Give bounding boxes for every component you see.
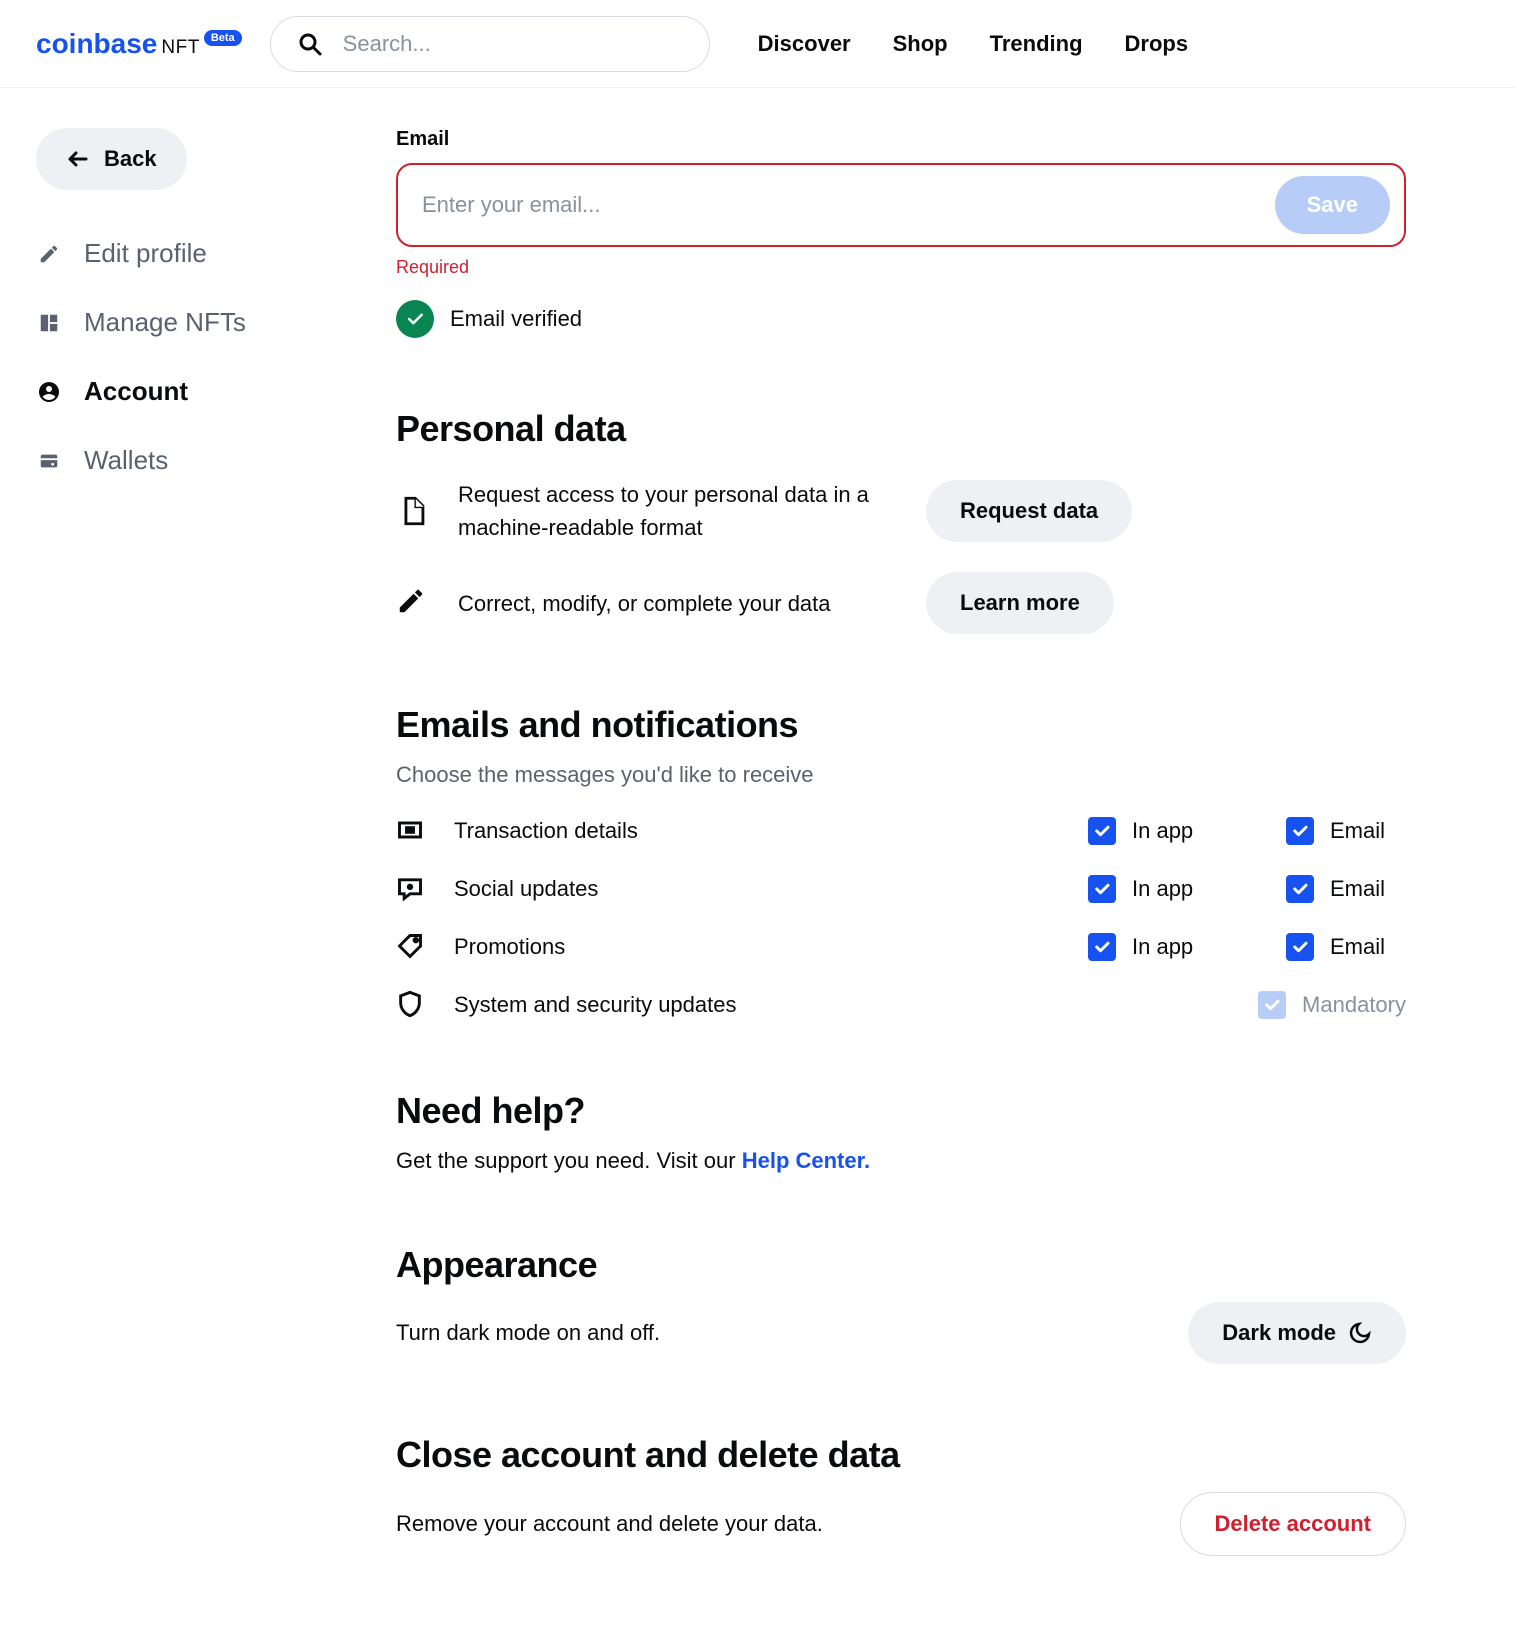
dark-mode-button[interactable]: Dark mode [1188, 1302, 1406, 1364]
checkbox-label: In app [1132, 934, 1193, 960]
modify-data-text: Correct, modify, or complete your data [458, 587, 898, 620]
sidebar-item-edit-profile[interactable]: Edit profile [36, 238, 356, 269]
user-circle-icon [36, 379, 62, 405]
checkbox-promotions-inapp[interactable] [1088, 933, 1116, 961]
close-account-heading: Close account and delete data [396, 1434, 1406, 1476]
back-label: Back [104, 146, 157, 172]
beta-badge: Beta [204, 30, 242, 46]
sidebar-item-account[interactable]: Account [36, 376, 356, 407]
nav-discover[interactable]: Discover [758, 31, 851, 57]
search-icon [298, 32, 322, 56]
logo[interactable]: coinbase NFT Beta [36, 28, 242, 60]
close-account-text: Remove your account and delete your data… [396, 1511, 1180, 1537]
sidebar-item-manage-nfts[interactable]: Manage NFTs [36, 307, 356, 338]
checkbox-system-mandatory [1258, 991, 1286, 1019]
personal-data-heading: Personal data [396, 408, 1406, 450]
help-text: Get the support you need. Visit our [396, 1148, 742, 1173]
request-data-text: Request access to your personal data in … [458, 478, 898, 544]
email-field-wrap: Save [396, 163, 1406, 247]
checkbox-label: Mandatory [1302, 992, 1406, 1018]
email-error: Required [396, 257, 1406, 278]
search-input[interactable] [270, 16, 710, 72]
transaction-icon [396, 816, 426, 846]
sidebar-item-label: Wallets [84, 445, 168, 476]
top-nav: Discover Shop Trending Drops [758, 31, 1188, 57]
back-button[interactable]: Back [36, 128, 187, 190]
moon-icon [1348, 1321, 1372, 1345]
request-data-button[interactable]: Request data [926, 480, 1132, 542]
sidebar-item-wallets[interactable]: Wallets [36, 445, 356, 476]
appearance-text: Turn dark mode on and off. [396, 1320, 1188, 1346]
social-icon [396, 874, 426, 904]
check-circle-icon [396, 300, 434, 338]
checkbox-label: In app [1132, 818, 1193, 844]
notif-social-label: Social updates [454, 876, 1060, 902]
shield-icon [396, 990, 426, 1020]
pencil-icon [36, 241, 62, 267]
notif-promotions-label: Promotions [454, 934, 1060, 960]
arrow-left-icon [66, 147, 90, 171]
sidebar-item-label: Account [84, 376, 188, 407]
nav-drops[interactable]: Drops [1125, 31, 1189, 57]
sidebar-item-label: Edit profile [84, 238, 207, 269]
save-button[interactable]: Save [1275, 176, 1390, 234]
dark-mode-label: Dark mode [1222, 1320, 1336, 1346]
help-heading: Need help? [396, 1090, 1406, 1132]
notif-transaction-label: Transaction details [454, 818, 1060, 844]
checkbox-transaction-email[interactable] [1286, 817, 1314, 845]
help-center-link[interactable]: Help Center. [742, 1148, 870, 1173]
grid-icon [36, 310, 62, 336]
checkbox-social-inapp[interactable] [1088, 875, 1116, 903]
email-verified-label: Email verified [450, 306, 582, 332]
logo-main: coinbase [36, 28, 157, 60]
email-input[interactable] [422, 165, 1275, 245]
checkbox-promotions-email[interactable] [1286, 933, 1314, 961]
checkbox-label: Email [1330, 818, 1385, 844]
checkbox-label: Email [1330, 934, 1385, 960]
logo-nft: NFT [161, 37, 199, 59]
nav-shop[interactable]: Shop [893, 31, 948, 57]
sidebar-item-label: Manage NFTs [84, 307, 246, 338]
wallet-icon [36, 448, 62, 474]
notifications-subtitle: Choose the messages you'd like to receiv… [396, 762, 1406, 788]
learn-more-button[interactable]: Learn more [926, 572, 1114, 634]
pencil-edit-icon [396, 586, 430, 620]
notif-system-label: System and security updates [454, 992, 1230, 1018]
notifications-heading: Emails and notifications [396, 704, 1406, 746]
nav-trending[interactable]: Trending [990, 31, 1083, 57]
checkbox-transaction-inapp[interactable] [1088, 817, 1116, 845]
document-icon [396, 494, 430, 528]
email-label: Email [396, 128, 1406, 151]
checkbox-label: In app [1132, 876, 1193, 902]
checkbox-social-email[interactable] [1286, 875, 1314, 903]
tag-icon [396, 932, 426, 962]
appearance-heading: Appearance [396, 1244, 1406, 1286]
checkbox-label: Email [1330, 876, 1385, 902]
delete-account-button[interactable]: Delete account [1180, 1492, 1407, 1556]
